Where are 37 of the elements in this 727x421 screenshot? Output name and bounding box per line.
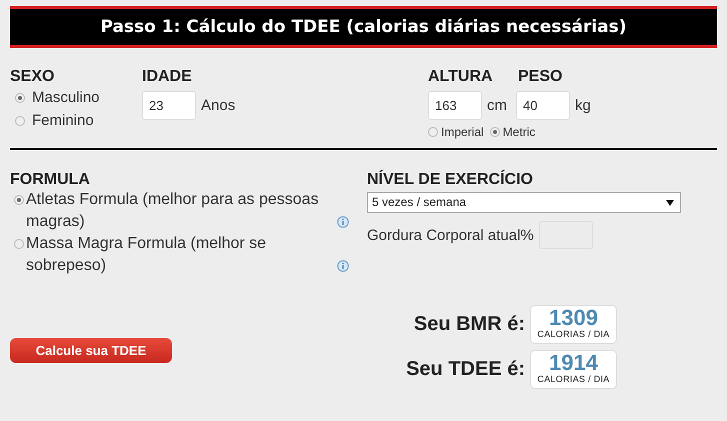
radio-label: Feminino	[32, 112, 94, 129]
radio-button[interactable]	[428, 127, 438, 137]
radio-label: Imperial	[441, 125, 484, 139]
radio-label: Metric	[502, 125, 536, 139]
info-icon[interactable]	[337, 216, 349, 228]
radio-button[interactable]	[14, 239, 24, 249]
info-icon[interactable]	[337, 260, 349, 272]
result-unit: CALORIAS / DIA	[536, 329, 611, 339]
caret-icon	[666, 200, 674, 206]
field-label: NÍVEL DE EXERCÍCIO	[367, 171, 534, 189]
field-label: PESO	[518, 68, 562, 86]
radio-button[interactable]	[15, 92, 25, 102]
radio-button[interactable]	[14, 195, 24, 205]
result-value: 1914	[548, 352, 599, 374]
radio-label: Atletas Formula (melhor para as pessoas magras)	[26, 190, 320, 232]
radio-label: Massa Magra Formula (melhor se sobrepeso)	[26, 234, 268, 276]
field-label: IDADE	[142, 68, 193, 86]
field-label: Gordura Corporal atual%	[367, 226, 534, 244]
result-unit: CALORIAS / DIA	[536, 374, 611, 384]
result-label: Seu BMR é:	[414, 313, 525, 336]
field-label: SEXO	[10, 68, 56, 86]
page-title: Passo 1: Cálculo do TDEE (calorias diárias necessárias)	[10, 6, 717, 48]
field-label: ALTURA	[428, 68, 494, 86]
calculate-button[interactable]: Calcule sua TDEE	[10, 338, 172, 363]
input-field[interactable]: 40	[516, 91, 570, 120]
radio-button[interactable]	[490, 127, 500, 137]
exercise-dropdown[interactable]: 5 vezes / semana	[367, 192, 681, 213]
input-field[interactable]: 23	[142, 91, 196, 120]
input-field[interactable]: 163	[428, 91, 482, 120]
field-label: FORMULA	[10, 171, 91, 189]
radio-label: Masculino	[32, 89, 100, 106]
result-label: Seu TDEE é:	[406, 358, 525, 381]
unit-label: cm	[487, 97, 507, 114]
unit-label: kg	[575, 97, 591, 114]
unit-label: Anos	[201, 97, 236, 114]
result-value: 1309	[548, 307, 599, 329]
radio-button[interactable]	[15, 116, 25, 126]
